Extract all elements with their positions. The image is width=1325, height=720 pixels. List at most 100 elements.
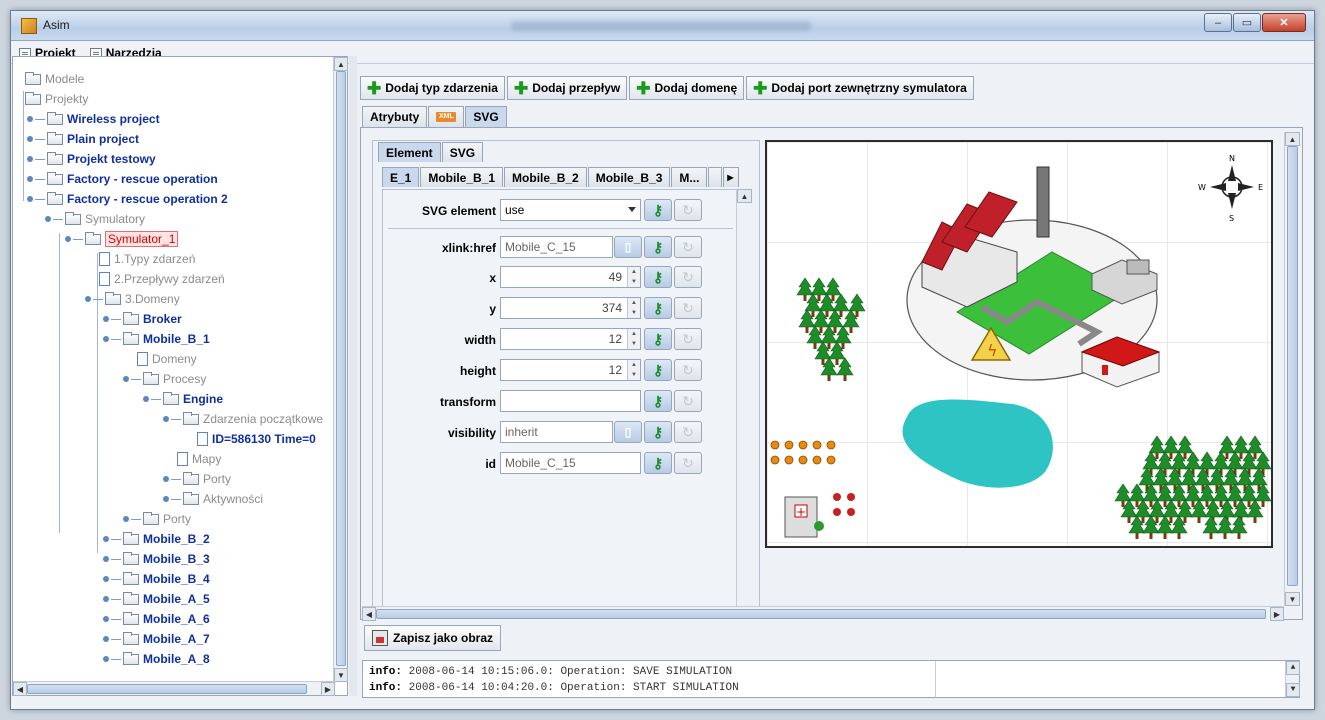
log-scrollbar[interactable]: ▲ ▼ <box>1285 661 1300 697</box>
spinner-icon[interactable]: ▲ ▼ <box>627 329 640 349</box>
svg-element-select[interactable]: use <box>500 199 641 221</box>
width-apply-button[interactable]: ⚷ <box>644 328 672 350</box>
scroll-down-arrow[interactable]: ▼ <box>1286 683 1300 697</box>
svg-element-reset-button[interactable]: ↻ <box>674 199 702 221</box>
tree-vertical-scrollbar[interactable]: ▲ ▼ <box>333 57 348 682</box>
add-flow-button[interactable]: ✚ Dodaj przepływ <box>506 76 628 100</box>
tree-node-symulatory[interactable]: Symulatory <box>45 209 145 229</box>
add-domain-button[interactable]: ✚ Dodaj domenę <box>629 76 745 100</box>
tree-node-mobile[interactable]: Mobile_B_3 <box>103 549 210 569</box>
scroll-right-arrow[interactable]: ▶ <box>321 682 335 696</box>
tab-inner-svg[interactable]: SVG <box>441 142 484 162</box>
transform-apply-button[interactable]: ⚷ <box>644 390 672 412</box>
height-reset-button[interactable]: ↻ <box>674 359 702 381</box>
scroll-up-arrow[interactable]: ▲ <box>1286 661 1300 675</box>
width-field[interactable]: 12 ▲ ▼ <box>500 328 641 350</box>
tree-node-project[interactable]: Plain project <box>27 129 139 149</box>
tree-node-project[interactable]: Factory - rescue operation <box>27 169 218 189</box>
visibility-reset-button[interactable]: ↻ <box>674 421 702 443</box>
visibility-field[interactable]: inherit <box>500 421 613 443</box>
y-reset-button[interactable]: ↻ <box>674 297 702 319</box>
id-reset-button[interactable]: ↻ <box>674 452 702 474</box>
tree-node-porty[interactable]: Porty <box>123 509 191 529</box>
transform-reset-button[interactable]: ↻ <box>674 390 702 412</box>
spinner-icon[interactable]: ▲ ▼ <box>627 298 640 318</box>
scroll-up-arrow[interactable]: ▲ <box>1285 132 1300 146</box>
transform-field[interactable] <box>500 390 641 412</box>
tree-node-symulator[interactable]: Symulator_1 <box>65 229 179 249</box>
tree-node-projekty[interactable]: Projekty <box>25 89 88 109</box>
tab-element-mobile-b-3[interactable]: Mobile_B_3 <box>587 167 671 187</box>
tree-node-typy[interactable]: 1.Typy zdarzeń <box>99 249 195 269</box>
x-apply-button[interactable]: ⚷ <box>644 266 672 288</box>
form-scrollbar[interactable]: ▲ <box>736 189 752 607</box>
tree-node-procesy[interactable]: Procesy <box>123 369 206 389</box>
tree-node-mobile[interactable]: Mobile_A_8 <box>103 649 210 669</box>
tree-node-przeplywy[interactable]: 2.Przepływy zdarzeń <box>99 269 225 289</box>
minimize-button[interactable]: – <box>1204 13 1232 32</box>
scroll-left-arrow[interactable]: ◀ <box>362 607 376 621</box>
tree-node-mobile-b-1[interactable]: Mobile_B_1 <box>103 329 210 349</box>
scroll-right-arrow[interactable]: ▶ <box>1270 607 1284 621</box>
tab-element-e1[interactable]: E_1 <box>382 167 420 187</box>
xlink-browse-button[interactable]: ▯ <box>614 236 642 258</box>
tree-node-project[interactable]: Projekt testowy <box>27 149 156 169</box>
scroll-left-arrow[interactable]: ◀ <box>13 682 27 696</box>
add-port-button[interactable]: ✚ Dodaj port zewnętrzny symulatora <box>746 76 974 100</box>
id-field[interactable]: Mobile_C_15 <box>500 452 641 474</box>
tree-node-project[interactable]: Wireless project <box>27 109 160 129</box>
tree-node-mobile[interactable]: Mobile_A_6 <box>103 609 210 629</box>
save-as-image-button[interactable]: Zapisz jako obraz <box>364 625 502 651</box>
scroll-up-arrow[interactable]: ▲ <box>737 189 752 203</box>
xlink-reset-button[interactable]: ↻ <box>674 236 702 258</box>
tree-node-broker[interactable]: Broker <box>103 309 182 329</box>
tree-node-porty-inner[interactable]: Porty <box>163 469 231 489</box>
tree-node-event[interactable]: ID=586130 Time=0 <box>197 429 316 449</box>
y-field[interactable]: 374 ▲ ▼ <box>500 297 641 319</box>
svg-map-canvas[interactable]: ϟ + N S E W <box>765 140 1273 548</box>
tree-node-engine[interactable]: Engine <box>143 389 223 409</box>
tab-element[interactable]: Element <box>378 142 441 162</box>
tree-node-sub-domeny[interactable]: Domeny <box>137 349 197 369</box>
map-vertical-scrollbar[interactable]: ▲ ▼ <box>1284 132 1300 606</box>
tree-node-mobile[interactable]: Mobile_B_2 <box>103 529 210 549</box>
tree-node-project[interactable]: Factory - rescue operation 2 <box>27 189 228 209</box>
y-apply-button[interactable]: ⚷ <box>644 297 672 319</box>
visibility-browse-button[interactable]: ▯ <box>614 421 642 443</box>
tree-node-modele[interactable]: Modele <box>25 69 84 89</box>
scroll-down-arrow[interactable]: ▼ <box>1285 592 1300 606</box>
scroll-down-arrow[interactable]: ▼ <box>334 668 348 682</box>
tab-element-mobile-b-1[interactable]: Mobile_B_1 <box>420 167 504 187</box>
tree-horizontal-scrollbar[interactable]: ◀ ▶ <box>13 681 335 696</box>
tab-element-mobile-b-2[interactable]: Mobile_B_2 <box>504 167 587 187</box>
tree-node-aktywnosci[interactable]: Aktywności <box>163 489 263 509</box>
tree-node-mobile[interactable]: Mobile_B_4 <box>103 569 210 589</box>
width-reset-button[interactable]: ↻ <box>674 328 702 350</box>
scroll-thumb[interactable] <box>376 609 1266 619</box>
spinner-icon[interactable]: ▲ ▼ <box>627 360 640 380</box>
svg-element-apply-button[interactable]: ⚷ <box>644 199 672 221</box>
tab-xml[interactable]: XML <box>428 106 465 127</box>
x-reset-button[interactable]: ↻ <box>674 266 702 288</box>
tree-node-mobile[interactable]: Mobile_A_5 <box>103 589 210 609</box>
maximize-button[interactable]: ▭ <box>1233 13 1261 32</box>
tab-svg[interactable]: SVG <box>465 106 507 127</box>
tree-node-domeny[interactable]: 3.Domeny <box>85 289 180 309</box>
tab-attributes[interactable]: Atrybuty <box>362 106 428 127</box>
tab-scroll-left[interactable] <box>708 167 723 187</box>
project-tree[interactable]: Modele Projekty Wireless project Plain p… <box>12 56 348 696</box>
height-apply-button[interactable]: ⚷ <box>644 359 672 381</box>
scroll-thumb[interactable] <box>1287 146 1298 586</box>
close-button[interactable]: ✕ <box>1262 13 1306 32</box>
tree-node-mobile[interactable]: Mobile_A_7 <box>103 629 210 649</box>
scroll-thumb[interactable] <box>336 71 346 666</box>
tree-node-mapy[interactable]: Mapy <box>177 449 221 469</box>
tab-element-more[interactable]: M... <box>671 167 708 187</box>
tree-node-zdarzenia[interactable]: Zdarzenia początkowe <box>163 409 323 429</box>
id-apply-button[interactable]: ⚷ <box>644 452 672 474</box>
scroll-thumb[interactable] <box>27 684 307 694</box>
split-divider[interactable] <box>349 56 357 696</box>
visibility-apply-button[interactable]: ⚷ <box>644 421 672 443</box>
x-field[interactable]: 49 ▲ ▼ <box>500 266 641 288</box>
add-event-type-button[interactable]: ✚ Dodaj typ zdarzenia <box>360 76 505 100</box>
